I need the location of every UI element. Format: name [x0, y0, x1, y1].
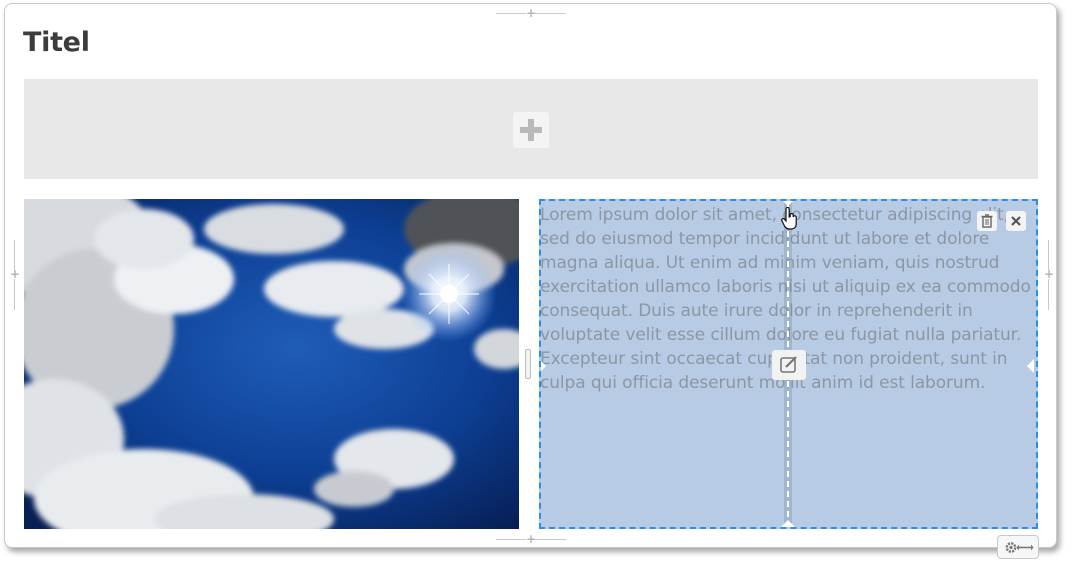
edit-button[interactable]: [772, 350, 806, 380]
edit-icon: [780, 356, 797, 373]
close-icon: [1011, 216, 1021, 226]
selected-text-block[interactable]: Lorem ipsum dolor sit amet, consectetur …: [539, 199, 1038, 529]
bottom-insert-plus-icon[interactable]: +: [526, 533, 536, 545]
layout-settings-button[interactable]: [997, 535, 1039, 559]
close-button[interactable]: [1006, 211, 1026, 231]
right-insert-plus-icon[interactable]: +: [1044, 268, 1054, 280]
delete-button[interactable]: [977, 211, 997, 231]
add-content-button[interactable]: [513, 112, 549, 148]
page-title[interactable]: Titel: [23, 26, 90, 60]
sky-image[interactable]: [24, 199, 519, 529]
sky-clouds-image: [24, 199, 519, 529]
divider-top-arrow-icon: [781, 201, 795, 206]
column-resize-handle[interactable]: [525, 349, 531, 379]
hand-pointer-icon: [781, 207, 797, 230]
right-resize-arrow-icon[interactable]: [1027, 359, 1034, 373]
divider-bottom-arrow-icon: [781, 520, 795, 527]
top-insert-plus-icon[interactable]: +: [526, 7, 536, 19]
left-resize-arrow-icon[interactable]: [541, 359, 546, 373]
horizontal-arrows-icon: [1016, 544, 1034, 551]
empty-content-section[interactable]: [24, 79, 1038, 179]
left-insert-plus-icon[interactable]: +: [10, 268, 20, 280]
trash-icon: [981, 214, 993, 228]
